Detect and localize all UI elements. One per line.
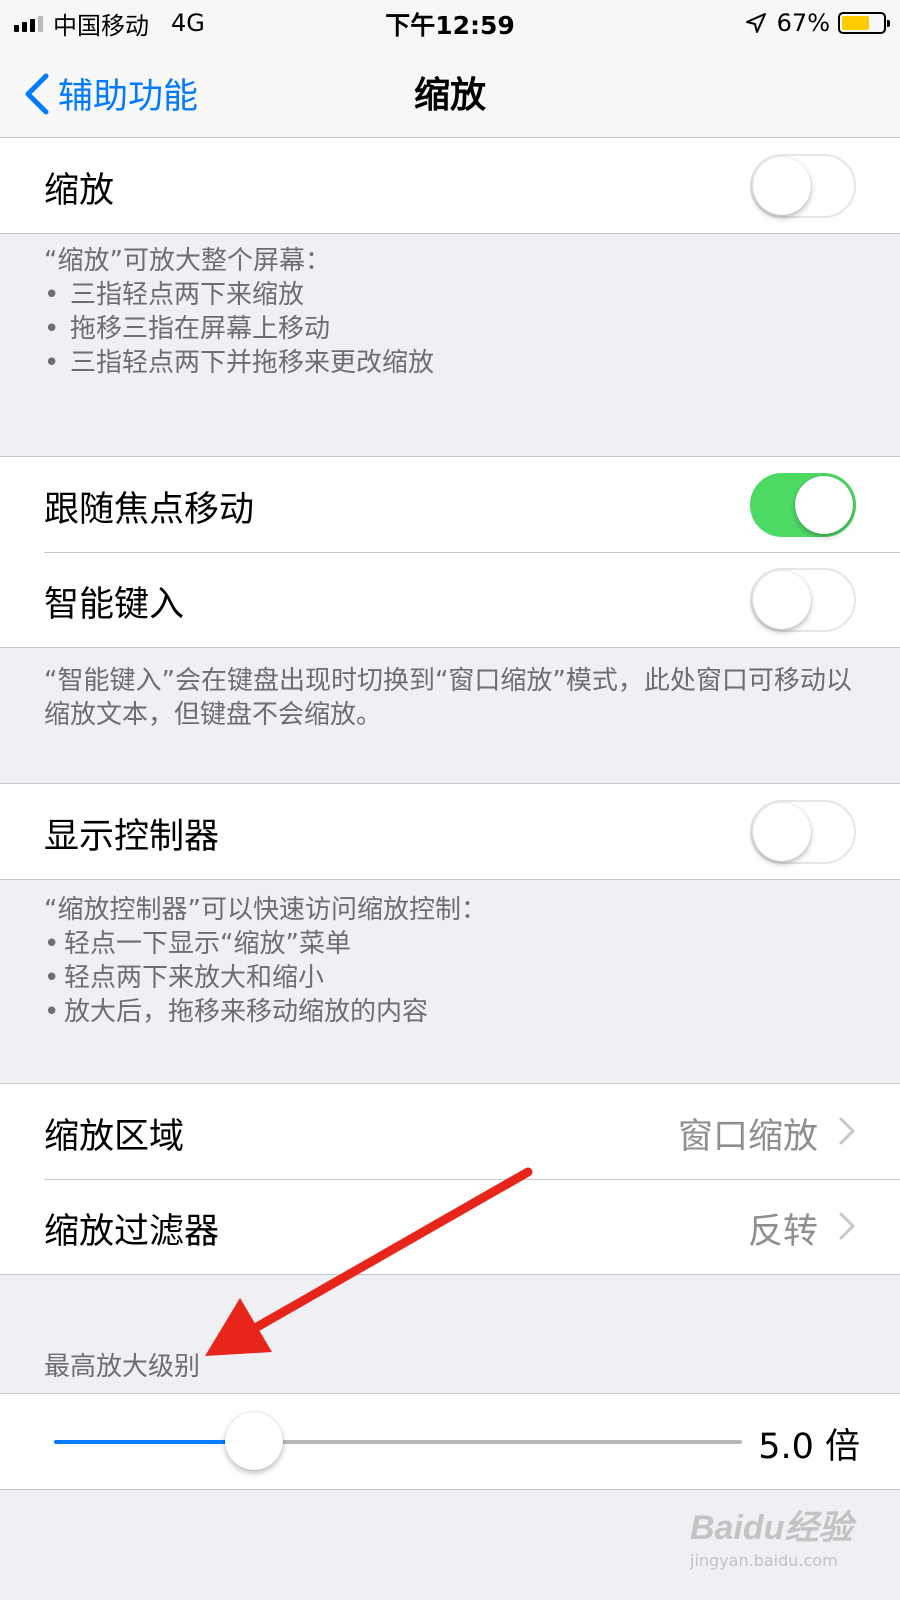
- max-zoom-slider-thumb[interactable]: [224, 1412, 283, 1470]
- slider-track-empty[interactable]: [253, 1440, 742, 1444]
- status-bar: 中国移动 4G 下午12:59 67%: [0, 0, 900, 46]
- battery-percent: 67%: [776, 9, 830, 37]
- location-arrow-icon: [745, 13, 766, 33]
- chevron-right-icon: [839, 1117, 855, 1145]
- zoom-footer-bullet: • 三指轻点两下来缩放: [44, 280, 305, 310]
- region-group: 缩放区域 窗口缩放 缩放过滤器 反转: [0, 1083, 900, 1275]
- follow-focus-cell: 跟随焦点移动: [0, 457, 900, 552]
- show-controller-cell: 显示控制器: [0, 784, 900, 879]
- chevron-right-icon: [839, 1212, 855, 1240]
- max-zoom-header: 最高放大级别: [44, 1352, 201, 1382]
- zoom-label: 缩放: [44, 171, 115, 211]
- follow-focus-toggle[interactable]: [750, 473, 856, 537]
- zoom-footer-bullet: • 拖移三指在屏幕上移动: [44, 314, 331, 344]
- navigation-bar: 辅助功能 缩放: [0, 46, 900, 139]
- zoom-filter-label: 缩放过滤器: [44, 1212, 220, 1252]
- status-bar-right: 67%: [745, 6, 890, 40]
- zoom-footer-title: “缩放”可放大整个屏幕：: [44, 246, 331, 276]
- zoom-region-cell[interactable]: 缩放区域 窗口缩放: [0, 1084, 900, 1179]
- zoom-cell: 缩放: [0, 138, 900, 233]
- zoom-region-value: 窗口缩放: [677, 1117, 818, 1157]
- watermark-url: jingyan.baidu.com: [690, 1551, 838, 1570]
- max-zoom-cell: 5.0 倍: [0, 1394, 900, 1489]
- zoom-footer: “缩放”可放大整个屏幕： • 三指轻点两下来缩放 • 拖移三指在屏幕上移动 • 三指轻…: [44, 244, 866, 380]
- zoom-group: 缩放: [0, 137, 900, 234]
- show-controller-label: 显示控制器: [44, 817, 220, 857]
- smart-typing-toggle[interactable]: [750, 568, 856, 632]
- show-controller-toggle[interactable]: [750, 800, 856, 864]
- controller-footer-bullet: • 轻点两下来放大和缩小: [44, 963, 325, 993]
- controller-footer-title: “缩放控制器”可以快速访问缩放控制：: [44, 895, 487, 925]
- zoom-toggle[interactable]: [750, 154, 856, 218]
- smart-typing-cell: 智能键入: [0, 552, 900, 647]
- smart-typing-label: 智能键入: [44, 585, 185, 625]
- controller-footer-bullet: • 放大后，拖移来移动缩放的内容: [44, 997, 429, 1027]
- zoom-filter-value: 反转: [747, 1212, 818, 1252]
- watermark-brand: Baidu经验: [690, 1509, 853, 1547]
- slider-track-filled[interactable]: [54, 1440, 254, 1444]
- zoom-filter-cell[interactable]: 缩放过滤器 反转: [0, 1179, 900, 1274]
- focus-group: 跟随焦点移动 智能键入: [0, 456, 900, 648]
- smart-typing-footer: “智能键入”会在键盘出现时切换到“窗口缩放”模式，此处窗口可移动以缩放文本，但键…: [44, 666, 852, 730]
- controller-group: 显示控制器: [0, 783, 900, 880]
- max-zoom-group: 5.0 倍: [0, 1393, 900, 1490]
- zoom-region-label: 缩放区域: [44, 1117, 185, 1157]
- max-zoom-value: 5.0 倍: [758, 1427, 860, 1467]
- controller-footer-bullet: • 轻点一下显示“缩放”菜单: [44, 929, 351, 959]
- battery-icon: [838, 12, 890, 34]
- battery-fill: [842, 16, 869, 30]
- page-title: 缩放: [413, 75, 486, 116]
- follow-focus-label: 跟随焦点移动: [44, 490, 255, 530]
- zoom-footer-bullet: • 三指轻点两下并拖移来更改缩放: [44, 348, 435, 378]
- baidu-watermark: Baidu经验 jingyan.baidu.com: [690, 1500, 852, 1570]
- controller-footer: “缩放控制器”可以快速访问缩放控制： • 轻点一下显示“缩放”菜单 • 轻点两下来放…: [44, 893, 866, 1029]
